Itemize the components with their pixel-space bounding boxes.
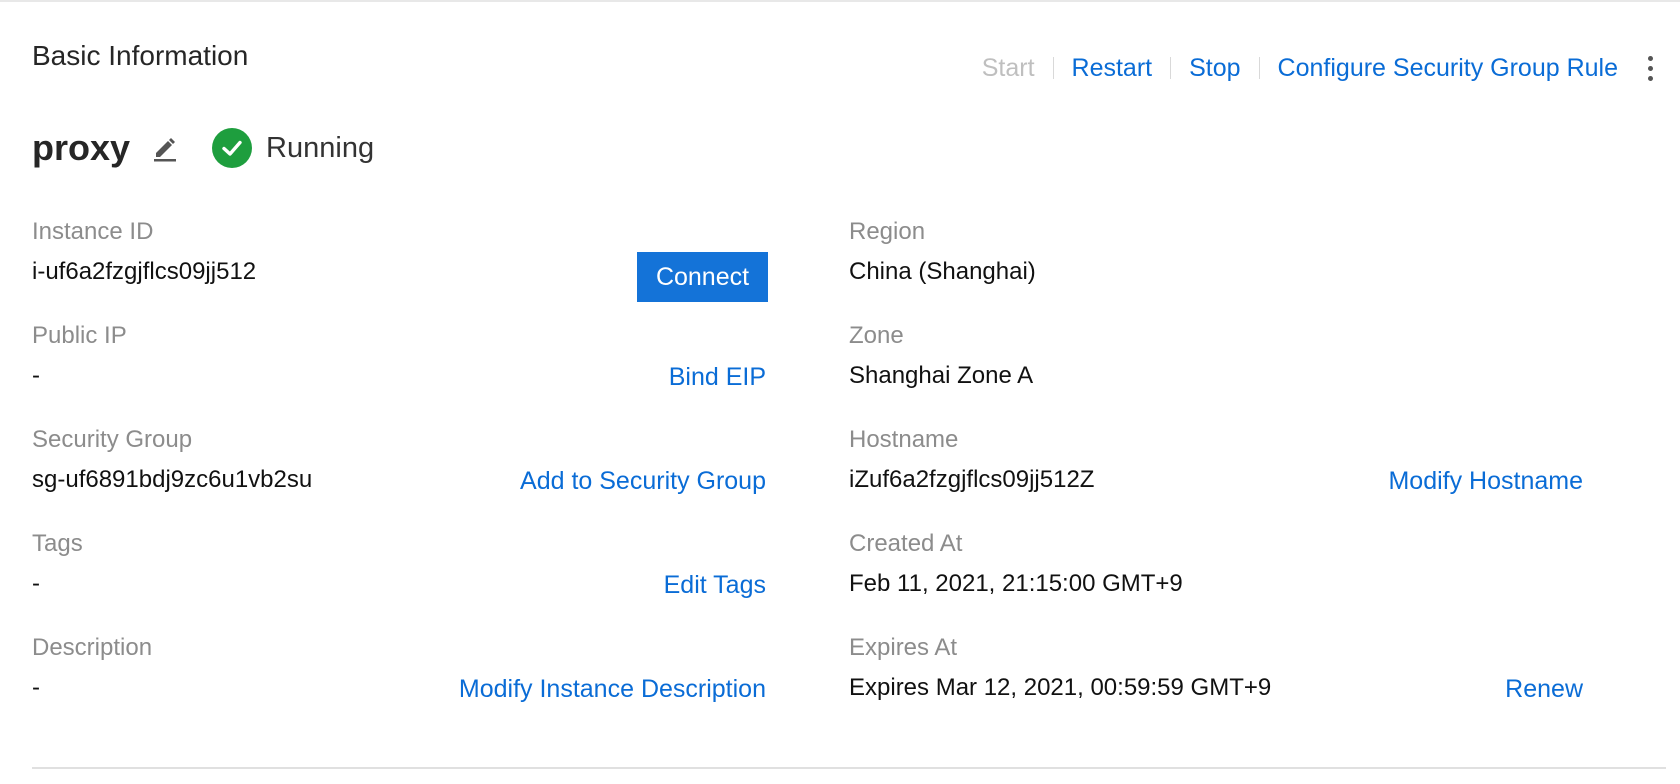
status-text: Running [266, 131, 375, 164]
connect-button[interactable]: Connect [637, 252, 768, 302]
action-separator [1170, 57, 1172, 79]
instance-id-label: Instance ID [32, 218, 154, 245]
instance-name-row: proxy Running [32, 122, 374, 174]
region-label: Region [849, 218, 926, 245]
action-separator [1052, 57, 1054, 79]
zone-field: Zone Shanghai Zone A [849, 321, 1033, 391]
expires-at-field: Expires At Expires Mar 12, 2021, 00:59:5… [849, 633, 1271, 703]
start-action[interactable]: Start [982, 54, 1035, 83]
description-value: - [32, 674, 40, 701]
edit-tags-link[interactable]: Edit Tags [664, 570, 766, 600]
expires-at-value: Expires Mar 12, 2021, 00:59:59 GMT+9 [849, 674, 1272, 701]
description-field: Description - [32, 633, 152, 703]
instance-name: proxy [32, 127, 131, 168]
hostname-field: Hostname iZuf6a2fzgjflcs09jj512Z [849, 425, 1094, 495]
instance-id-field: Instance ID i-uf6a2fzgjflcs09jj512 [32, 217, 256, 287]
zone-value: Shanghai Zone A [849, 362, 1034, 389]
security-group-field: Security Group sg-uf6891bdj9zc6u1vb2su [32, 425, 312, 495]
add-to-security-group-link[interactable]: Add to Security Group [520, 466, 766, 496]
security-group-label: Security Group [32, 426, 193, 453]
expires-at-label: Expires At [849, 634, 958, 661]
public-ip-field: Public IP - [32, 321, 127, 391]
bind-eip-link[interactable]: Bind EIP [669, 362, 766, 392]
tags-field: Tags - [32, 529, 83, 599]
stop-action[interactable]: Stop [1189, 54, 1240, 83]
renew-link[interactable]: Renew [1505, 674, 1583, 704]
created-at-label: Created At [849, 530, 963, 557]
action-separator [1258, 57, 1260, 79]
hostname-label: Hostname [849, 426, 959, 453]
zone-label: Zone [849, 322, 904, 349]
public-ip-value: - [32, 362, 40, 389]
configure-security-group-rule-action[interactable]: Configure Security Group Rule [1278, 54, 1618, 83]
top-divider [0, 0, 1680, 2]
hostname-value: iZuf6a2fzgjflcs09jj512Z [849, 466, 1095, 493]
description-label: Description [32, 634, 153, 661]
created-at-field: Created At Feb 11, 2021, 21:15:00 GMT+9 [849, 529, 1183, 599]
public-ip-label: Public IP [32, 322, 127, 349]
section-title: Basic Information [32, 40, 249, 71]
modify-hostname-link[interactable]: Modify Hostname [1388, 466, 1583, 496]
restart-action[interactable]: Restart [1072, 54, 1153, 83]
created-at-value: Feb 11, 2021, 21:15:00 GMT+9 [849, 570, 1183, 597]
modify-instance-description-link[interactable]: Modify Instance Description [459, 674, 766, 704]
pencil-icon[interactable] [150, 133, 180, 163]
bottom-divider [32, 767, 1666, 769]
check-circle-icon [212, 128, 253, 168]
instance-id-value: i-uf6a2fzgjflcs09jj512 [32, 258, 257, 285]
region-value: China (Shanghai) [849, 258, 1036, 285]
region-field: Region China (Shanghai) [849, 217, 1036, 287]
tags-label: Tags [32, 530, 83, 557]
security-group-value: sg-uf6891bdj9zc6u1vb2su [32, 466, 313, 493]
action-bar: Start Restart Stop Configure Security Gr… [982, 50, 1680, 86]
more-vertical-icon[interactable] [1636, 50, 1664, 86]
tags-value: - [32, 570, 40, 597]
